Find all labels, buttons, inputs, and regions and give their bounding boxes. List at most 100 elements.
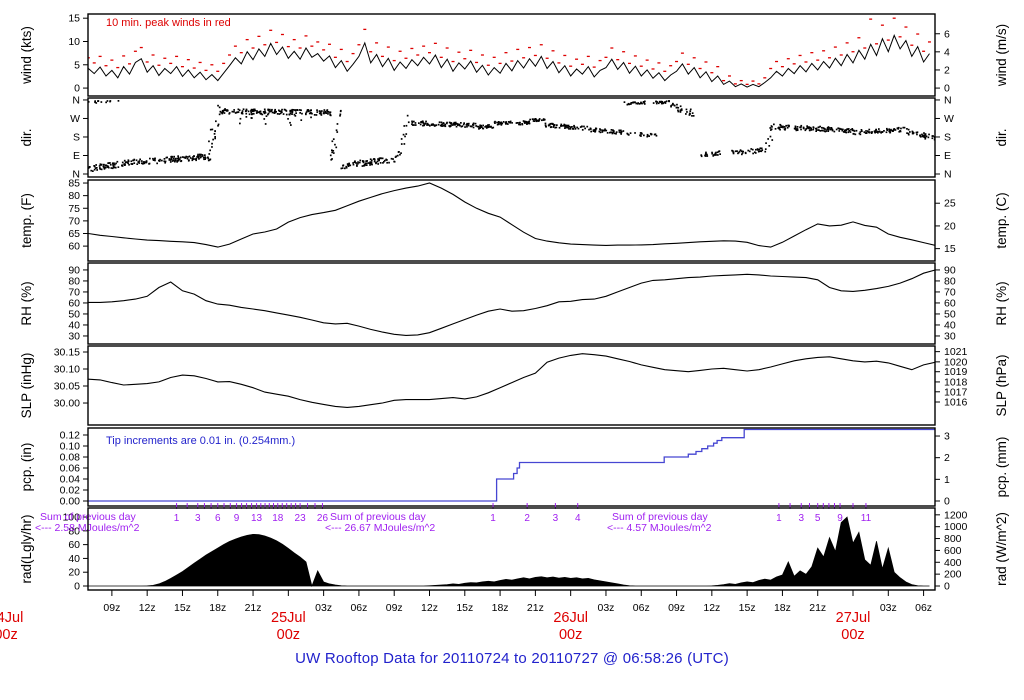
svg-text:1200: 1200 <box>944 509 968 521</box>
series-dir <box>88 100 935 172</box>
svg-text:W: W <box>944 113 954 125</box>
svg-text:800: 800 <box>944 533 962 545</box>
svg-text:60: 60 <box>68 241 80 253</box>
svg-text:70: 70 <box>944 286 956 298</box>
time-tick-label: 09z <box>103 602 120 614</box>
svg-text:0.12: 0.12 <box>60 429 81 441</box>
svg-text:0.02: 0.02 <box>60 484 81 496</box>
svg-text:9: 9 <box>837 513 843 524</box>
svg-text:4: 4 <box>944 46 950 58</box>
svg-text:20: 20 <box>944 220 956 232</box>
svg-text:50: 50 <box>944 308 956 320</box>
temp-left-axis-label: temp. (F) <box>19 193 34 248</box>
svg-text:N: N <box>72 94 80 106</box>
svg-text:1: 1 <box>174 513 180 524</box>
svg-text:5: 5 <box>74 59 80 71</box>
svg-text:3: 3 <box>798 513 804 524</box>
date-label-24Jul: 24Jul00z <box>0 610 23 643</box>
svg-text:0.00: 0.00 <box>60 495 81 507</box>
slp-right-axis-label: SLP (hPa) <box>994 354 1009 416</box>
svg-text:E: E <box>944 150 951 162</box>
time-tick-label: 06z <box>350 602 367 614</box>
svg-text:30: 30 <box>944 330 956 342</box>
time-tick-label: 18z <box>209 602 226 614</box>
time-tick-label: 15z <box>456 602 473 614</box>
date-label-25Jul: 25Jul00z <box>271 610 306 643</box>
svg-text:6: 6 <box>944 28 950 40</box>
svg-text:27Jul: 27Jul <box>836 610 871 626</box>
panel-wind: 0 5 10 15 0 2 4 6 wind (kts) wind (m/s) 10 min. pe… <box>19 13 1009 95</box>
svg-text:00z: 00z <box>841 627 864 643</box>
svg-text:E: E <box>73 150 80 162</box>
svg-text:<--- 4.57 MJoules/m^2: <--- 4.57 MJoules/m^2 <box>607 522 712 534</box>
svg-text:1021: 1021 <box>944 346 968 358</box>
meteogram-page: { "title": {"text": "UW Rooftop Data for… <box>0 0 1024 700</box>
svg-text:30.15: 30.15 <box>54 346 80 358</box>
time-tick-label: 15z <box>174 602 191 614</box>
time-tick-label: 09z <box>668 602 685 614</box>
series-slp <box>88 353 935 408</box>
svg-text:W: W <box>70 113 80 125</box>
svg-text:400: 400 <box>944 557 962 569</box>
svg-text:0: 0 <box>74 581 80 593</box>
rh-left-axis-label: RH (%) <box>19 281 34 325</box>
dir-right-axis-label: dir. <box>994 128 1009 146</box>
svg-text:24Jul: 24Jul <box>0 610 23 626</box>
svg-text:0.04: 0.04 <box>60 473 81 485</box>
svg-text:18: 18 <box>272 513 284 524</box>
svg-text:25Jul: 25Jul <box>271 610 306 626</box>
wind-right-axis-label: wind (m/s) <box>994 24 1009 87</box>
time-tick-label: 15z <box>739 602 756 614</box>
svg-text:00z: 00z <box>277 627 300 643</box>
svg-text:2: 2 <box>944 64 950 76</box>
time-tick-label: 06z <box>633 602 650 614</box>
svg-text:2: 2 <box>944 452 950 464</box>
svg-text:80: 80 <box>68 190 80 202</box>
svg-text:13: 13 <box>251 513 263 524</box>
svg-text:60: 60 <box>68 539 80 551</box>
svg-text:75: 75 <box>68 203 80 215</box>
panel-rh: 3040506070809030405060708090RH (%) RH (%) <box>19 264 1009 342</box>
svg-text:30.05: 30.05 <box>54 381 80 393</box>
svg-text:80: 80 <box>68 275 80 287</box>
time-tick-label: 03z <box>315 602 332 614</box>
svg-text:40: 40 <box>68 553 80 565</box>
svg-text:80: 80 <box>944 275 956 287</box>
time-tick-label: 09z <box>386 602 403 614</box>
svg-text:2: 2 <box>524 513 530 524</box>
rad-sum-annotation-2: Sum of previous day<--- 26.67 MJoules/m^… <box>325 511 435 534</box>
svg-text:00z: 00z <box>559 627 582 643</box>
wind-peak-note: 10 min. peak winds in red <box>106 17 231 29</box>
svg-text:70: 70 <box>68 286 80 298</box>
svg-text:11: 11 <box>861 513 872 524</box>
slp-left-axis-label: SLP (inHg) <box>19 353 34 419</box>
rad-sum-annotation-3: Sum of previous day<--- 4.57 MJoules/m^2 <box>607 511 712 534</box>
date-label-26Jul: 26Jul00z <box>553 610 588 643</box>
svg-text:5: 5 <box>815 513 821 524</box>
time-tick-label: 21z <box>245 602 262 614</box>
svg-text:1016: 1016 <box>944 397 968 409</box>
time-tick-label: 21z <box>527 602 544 614</box>
date-label-27Jul: 27Jul00z <box>836 610 871 643</box>
svg-text:1: 1 <box>776 513 782 524</box>
svg-text:0: 0 <box>74 83 80 95</box>
svg-text:50: 50 <box>68 308 80 320</box>
svg-text:30.10: 30.10 <box>54 363 80 375</box>
time-tick-label: 12z <box>139 602 156 614</box>
svg-text:3: 3 <box>944 431 950 443</box>
svg-text:N: N <box>944 168 952 180</box>
time-tick-label: 21z <box>809 602 826 614</box>
svg-text:0.08: 0.08 <box>60 451 81 463</box>
svg-text:1: 1 <box>490 513 496 524</box>
svg-text:85: 85 <box>68 178 80 190</box>
svg-text:90: 90 <box>944 264 956 276</box>
svg-text:6: 6 <box>215 513 221 524</box>
rh-right-axis-label: RH (%) <box>994 281 1009 325</box>
svg-text:3: 3 <box>195 513 201 524</box>
svg-text:25: 25 <box>944 198 956 210</box>
pcp-right-axis-label: pcp. (mm) <box>994 437 1009 498</box>
svg-text:<--- 26.67 MJoules/m^2: <--- 26.67 MJoules/m^2 <box>325 522 435 534</box>
series-rh <box>88 269 935 336</box>
svg-text:600: 600 <box>944 545 962 557</box>
series-temp <box>88 182 935 248</box>
